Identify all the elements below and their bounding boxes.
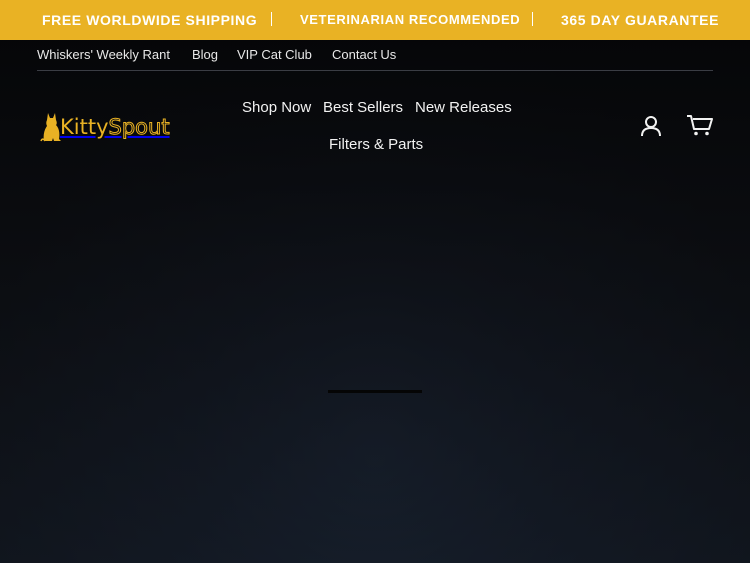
- announcement-vet: VETERINARIAN RECOMMENDED: [300, 12, 521, 27]
- announcement-divider: [271, 12, 272, 26]
- utility-nav: Whiskers' Weekly Rant Blog VIP Cat Club …: [37, 40, 713, 71]
- nav-shop-now[interactable]: Shop Now: [242, 99, 311, 116]
- announcement-guarantee: 365 DAY GUARANTEE: [561, 12, 720, 28]
- nav-new-releases[interactable]: New Releases: [415, 99, 512, 116]
- utility-link-rant[interactable]: Whiskers' Weekly Rant: [37, 47, 170, 62]
- announcement-divider: [532, 12, 533, 26]
- utility-link-blog[interactable]: Blog: [192, 47, 218, 62]
- utility-link-vip[interactable]: VIP Cat Club: [237, 47, 312, 62]
- nav-best-sellers[interactable]: Best Sellers: [323, 99, 403, 116]
- main-nav: Shop Now Best Sellers New Releases Filte…: [0, 70, 750, 170]
- cart-icon: [687, 115, 713, 136]
- user-icon: [641, 116, 661, 137]
- cart-button[interactable]: [686, 113, 714, 137]
- utility-link-contact[interactable]: Contact Us: [332, 47, 396, 62]
- loading-bar: [328, 390, 422, 393]
- nav-filters-parts[interactable]: Filters & Parts: [329, 136, 423, 153]
- announcement-shipping: FREE WORLDWIDE SHIPPING: [42, 12, 258, 28]
- account-button[interactable]: [640, 115, 662, 137]
- announcement-bar: FREE WORLDWIDE SHIPPING VETERINARIAN REC…: [0, 0, 750, 40]
